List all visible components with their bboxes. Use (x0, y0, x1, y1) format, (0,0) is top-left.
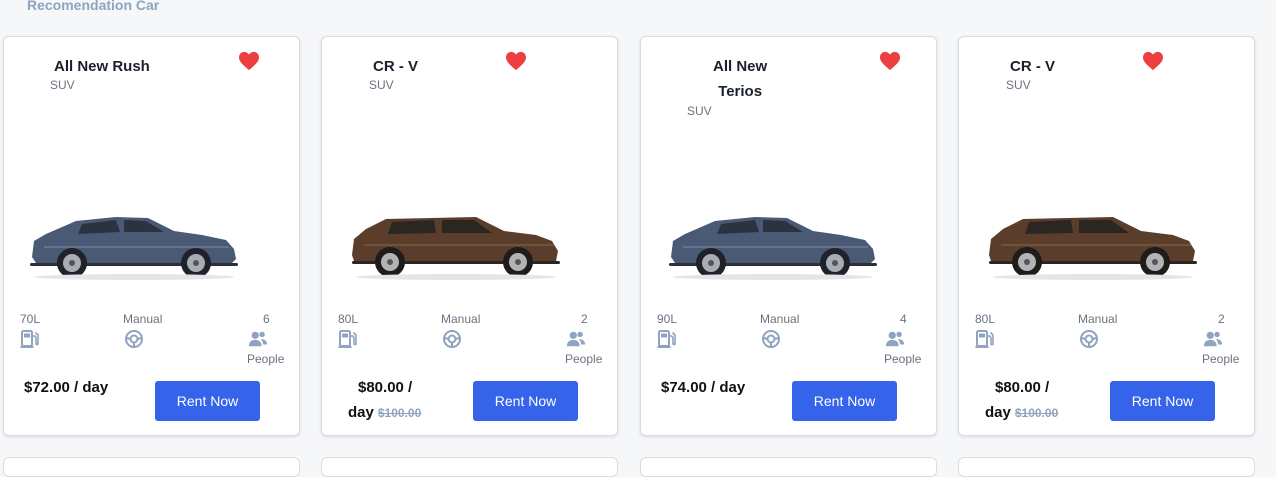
car-card-next-row[interactable] (3, 457, 300, 477)
car-type: SUV (687, 104, 712, 118)
people-icon (248, 329, 268, 349)
capacity-unit: People (247, 352, 285, 366)
capacity: 4 (900, 312, 907, 326)
car-name: All New Rush (54, 58, 150, 75)
fuel-icon (975, 329, 995, 349)
price: $74.00 / day (661, 379, 746, 396)
car-image (663, 207, 883, 282)
capacity: 6 (263, 312, 270, 326)
capacity-unit: People (884, 352, 922, 366)
people-icon (1203, 329, 1223, 349)
fuel-icon (20, 329, 40, 349)
heart-icon[interactable] (1142, 51, 1164, 71)
car-card[interactable]: All New Terios SUV 90L Manual 4 People $… (640, 36, 937, 436)
capacity-unit: People (1202, 352, 1240, 366)
fuel-capacity: 80L (975, 312, 996, 326)
car-type: SUV (1006, 78, 1031, 92)
price-period-row: day $100.00 (348, 400, 421, 426)
car-type: SUV (369, 78, 394, 92)
capacity: 2 (581, 312, 588, 326)
fuel-capacity: 70L (20, 312, 41, 326)
car-card[interactable]: CR - V SUV 80L Manual 2 People $80.00 / … (321, 36, 618, 436)
capacity-unit: People (565, 352, 603, 366)
old-price: $100.00 (377, 406, 422, 420)
capacity: 2 (1218, 312, 1225, 326)
car-name: CR - V (1010, 58, 1055, 75)
price-amount: $80.00 / (358, 379, 413, 396)
heart-icon[interactable] (505, 51, 527, 71)
price: $72.00 / day (24, 379, 109, 396)
rent-now-button[interactable]: Rent Now (155, 381, 260, 421)
car-card-next-row[interactable] (958, 457, 1255, 477)
steering-wheel-icon (1079, 329, 1099, 349)
car-image (983, 207, 1203, 282)
car-image (346, 207, 566, 282)
transmission: Manual (123, 312, 163, 326)
section-title: Recomendation Car (27, 0, 160, 13)
car-name: CR - V (373, 58, 418, 75)
price: $80.00 / day $100.00 (985, 375, 1058, 426)
fuel-capacity: 90L (657, 312, 678, 326)
people-icon (566, 329, 586, 349)
heart-icon[interactable] (238, 51, 260, 71)
price-amount: $80.00 / (995, 379, 1050, 396)
rent-now-button[interactable]: Rent Now (792, 381, 897, 421)
car-name-line1: All New (713, 58, 768, 75)
car-card-next-row[interactable] (321, 457, 618, 477)
car-type: SUV (50, 78, 75, 92)
transmission: Manual (760, 312, 800, 326)
price: $80.00 / day $100.00 (348, 375, 421, 426)
steering-wheel-icon (442, 329, 462, 349)
people-icon (885, 329, 905, 349)
fuel-icon (338, 329, 358, 349)
price-period: day (348, 404, 374, 421)
fuel-capacity: 80L (338, 312, 359, 326)
old-price: $100.00 (1014, 406, 1059, 420)
transmission: Manual (441, 312, 481, 326)
steering-wheel-icon (761, 329, 781, 349)
transmission: Manual (1078, 312, 1118, 326)
car-name: All New Terios (713, 54, 767, 104)
price-period-row: day $100.00 (985, 400, 1058, 426)
car-card[interactable]: CR - V SUV 80L Manual 2 People $80.00 / … (958, 36, 1255, 436)
rent-now-button[interactable]: Rent Now (473, 381, 578, 421)
steering-wheel-icon (124, 329, 144, 349)
car-card-next-row[interactable] (640, 457, 937, 477)
fuel-icon (657, 329, 677, 349)
car-image (24, 207, 244, 282)
heart-icon[interactable] (879, 51, 901, 71)
car-card[interactable]: All New Rush SUV 70L Manual 6 People $72… (3, 36, 300, 436)
rent-now-button[interactable]: Rent Now (1110, 381, 1215, 421)
price-period: day (985, 404, 1011, 421)
car-name-line2: Terios (718, 83, 763, 100)
car-grid: Recomendation Car All New Rush SUV 70L M… (0, 0, 1276, 477)
